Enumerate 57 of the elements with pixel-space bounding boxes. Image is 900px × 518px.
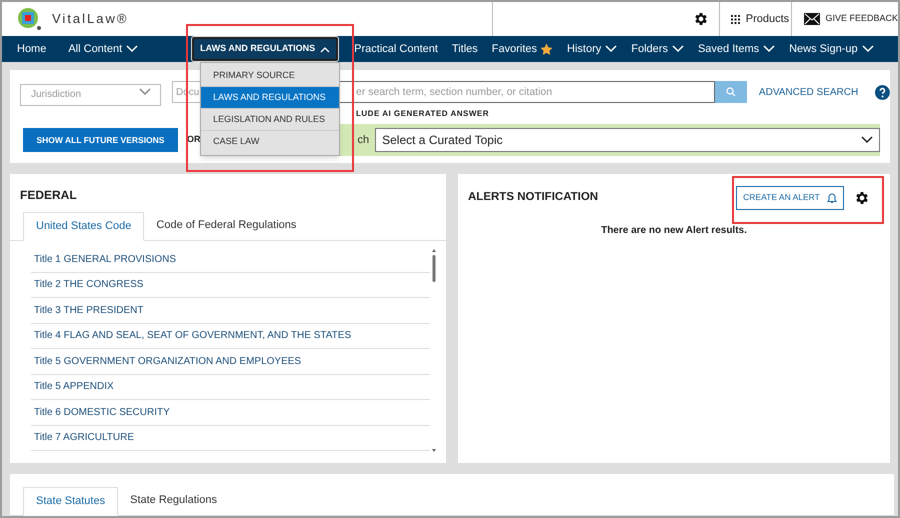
chevron-down-icon (672, 45, 684, 53)
menu-item[interactable]: LEGISLATION AND RULES (201, 109, 340, 131)
menu-item[interactable]: LAWS AND REGULATIONS (201, 87, 340, 109)
scrollbar[interactable] (430, 247, 438, 453)
feedback-button[interactable]: GIVE FEEDBACK (792, 2, 898, 36)
chevron-up-icon (320, 46, 330, 52)
future-versions-button[interactable]: SHOW ALL FUTURE VERSIONS (23, 128, 178, 152)
chevron-down-icon (605, 45, 618, 53)
title-link[interactable]: Title 4 FLAG AND SEAL, SEAT OF GOVERNMENT, AND THE STATES (31, 324, 430, 349)
bell-icon (826, 192, 837, 204)
chevron-down-icon (126, 45, 138, 53)
tab[interactable]: United States Code (23, 212, 144, 241)
or-label: OR (187, 133, 200, 146)
jurisdiction-dropdown[interactable]: Jurisdiction (20, 84, 161, 106)
panel-title: ALERTS NOTIFICATION (468, 190, 598, 205)
title-link[interactable]: Title 5 GOVERNMENT ORGANIZATION AND EMPLOYEES (31, 349, 430, 374)
nav-menu[interactable]: Saved Items (698, 40, 776, 58)
nav-menu[interactable]: Folders (631, 40, 684, 58)
logo-text: VitalLaw® (52, 10, 128, 28)
nav-menu[interactable]: History (567, 40, 618, 58)
topic-select[interactable]: Select a Curated Topic (375, 128, 880, 152)
nav-menu[interactable]: News Sign-up (789, 40, 874, 58)
menu-button[interactable]: LAWS AND REGULATIONS (192, 37, 338, 61)
create-alert-button[interactable]: CREATE AN ALERT (736, 186, 844, 210)
tab[interactable]: State Statutes (23, 487, 118, 516)
search-field[interactable]: er search term, section number, or citation (338, 81, 716, 103)
chevron-down-icon (763, 45, 776, 53)
chevron-down-icon (139, 88, 151, 96)
tab[interactable]: Code of Federal Regulations (144, 211, 308, 240)
ai-answer-label: LUDE AI GENERATED ANSWER (356, 108, 490, 120)
search-icon (726, 87, 736, 97)
chevron-down-icon (860, 136, 872, 144)
settings-icon[interactable] (692, 11, 709, 27)
chevron-down-icon (862, 45, 874, 53)
title-link[interactable]: Title 3 THE PRESIDENT (31, 298, 430, 324)
star-icon (540, 42, 554, 56)
logo-icon (16, 7, 42, 31)
grid-icon (730, 14, 740, 24)
nav-menu[interactable]: All Content (68, 40, 138, 58)
help-icon[interactable] (875, 84, 890, 100)
title-link[interactable]: Title 1 GENERAL PROVISIONS (31, 247, 430, 272)
menu-item[interactable]: CASE LAW (201, 131, 340, 153)
tab[interactable]: State Regulations (118, 486, 229, 515)
panel-title: FEDERAL (19, 187, 78, 204)
nav-link[interactable]: Titles (452, 40, 478, 58)
title-link[interactable]: Title 6 DOMESTIC SECURITY (31, 400, 430, 426)
nav-link[interactable]: Home (17, 40, 46, 58)
advanced-search-link[interactable]: ADVANCED SEARCH (758, 84, 858, 100)
topic-label: ch (358, 132, 370, 148)
nav-link[interactable]: Practical Content (354, 40, 438, 58)
title-link[interactable]: Title 7 AGRICULTURE (31, 426, 430, 451)
settings-icon[interactable] (854, 190, 870, 206)
title-link[interactable]: Title 5 APPENDIX (31, 374, 430, 400)
title-link[interactable]: Title 2 THE CONGRESS (31, 272, 430, 298)
empty-message: There are no new Alert results. (601, 224, 747, 238)
envelope-icon (804, 13, 820, 25)
nav-menu[interactable]: Favorites (492, 40, 554, 58)
